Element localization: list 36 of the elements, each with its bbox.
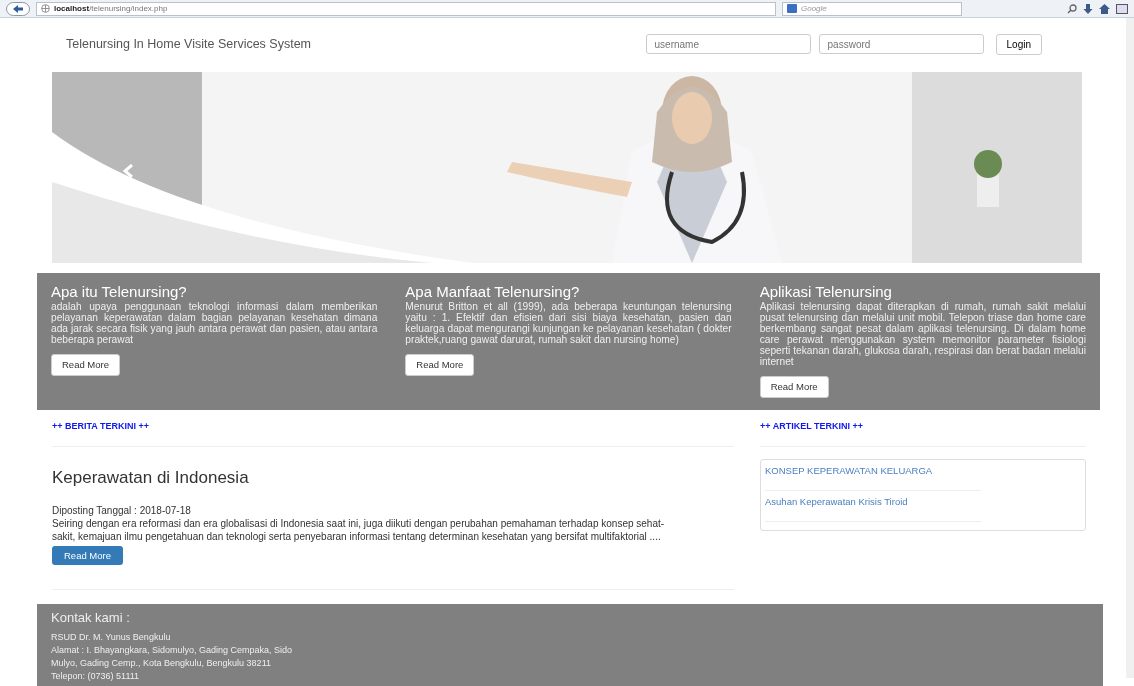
login-button[interactable]: Login [995,33,1042,55]
back-icon[interactable] [6,1,30,16]
search-icon[interactable] [1067,3,1077,14]
username-field[interactable]: username [645,34,811,54]
news-excerpt: Seiring dengan era reformasi dan era globalisasi di Indonesia saat ini, juga diikuti dengan perubahan pemahaman terhadap konsep sehat-sakit, kemajuan ilmu pengetahuan dan teknologi serta penyebaran informasi tentang determinan kesehatan yang bersifat multifaktorial .... [52,517,666,543]
feature-title: Apa Manfaat Telenursing? [405,283,581,301]
home-icon[interactable] [1099,3,1110,14]
feature-title: Aplikasi Telenursing [759,283,893,301]
read-more-button[interactable]: Read More [405,354,475,377]
contact-line: Mulyo, Gading Cemp., Kota Bengkulu, Bengkulu 38211 [51,656,272,670]
globe-icon [41,4,50,13]
post-date: Diposting Tanggal : 2018-07-18 [52,504,192,517]
address-bar[interactable]: localhost/telenursing/index.php [36,1,776,16]
read-more-button[interactable]: Read More [759,376,829,399]
feature-description: Menurut Britton et all (1999), ada beberapa keuntungan telenursing yaitu : 1. Efektif dan efisien dari sisi biaya kesehatan, pasien dan keluarga dapat mengurangi kunjungan ke pelayanan kesehatan ( dokter praktek,ruang gawat darurat, rumah sakit dan nursing home) [405,301,732,345]
section-heading: ++ ARTIKEL TERKINI ++ [760,410,1086,447]
footer-title: Kontak kami : [51,610,131,626]
password-field[interactable]: password [818,34,984,54]
download-icon[interactable] [1083,3,1093,14]
feature-description: Aplikasi telenursing dapat diterapkan di rumah, rumah sakit melalui pusat telenursing dan melalui unit mobil. Telepon triase dan home care berkembang sangat pesat dalam aplikasi telenursing. Di dalam home care perawat menggunakan system memonitor parameter fisiologi seperti tekanan darah, glukosa darah, respirasi dan berat badan melalui internet [759,301,1086,367]
read-more-button[interactable]: Read More [52,546,123,565]
article-link[interactable]: KONSEP KEPERAWATAN KELUARGA [765,459,981,491]
site-title[interactable]: Telenursing In Home Visite Services System [66,34,311,54]
contact-line: Alamat : I. Bhayangkara, Sidomulyo, Gading Cempaka, Sido [51,643,294,657]
read-more-button[interactable]: Read More [51,354,120,377]
search-engine-icon [787,4,797,13]
section-heading: ++ BERITA TERKINI ++ [52,410,734,447]
window-icon[interactable] [1116,3,1128,14]
contact-line: Telepon: (0736) 51111 [51,669,141,683]
feature-title: Apa itu Telenursing? [51,283,188,301]
news-title[interactable]: Keperawatan di Indonesia [52,464,734,490]
search-placeholder: Google [801,2,827,15]
article-link[interactable]: Asuhan Keperawatan Krisis Tiroid [765,490,981,522]
feature-description: adalah upaya penggunaan teknologi informasi dalam memberikan pelayanan keperawatan dalam bagian pelayanan kesehatan dimana ada jarak secara fisik yang jauh antara perawat dan pasien, atau antara beberapa perawat [51,301,378,345]
contact-line: RSUD Dr. M. Yunus Bengkulu [51,630,172,644]
url-text: localhost/telenursing/index.php [54,2,168,15]
